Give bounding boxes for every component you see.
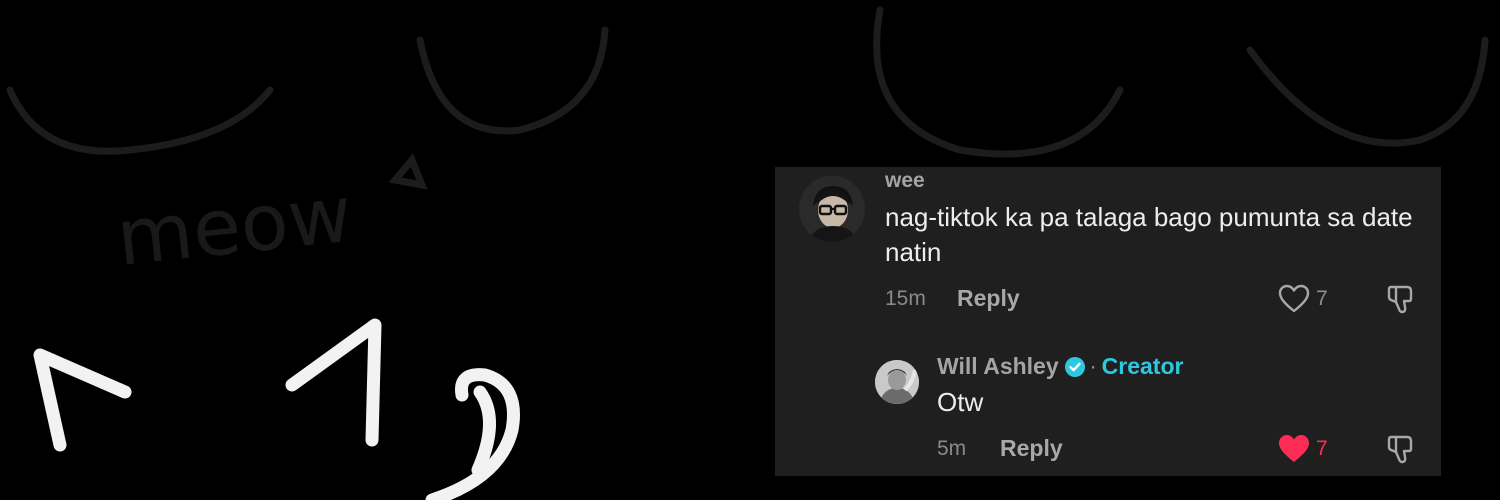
faint-doodle-star: [388, 153, 428, 190]
comment-like-count: 7: [1316, 287, 1328, 310]
comment-text: nag-tiktok ka pa talaga bago pumunta sa …: [885, 202, 1413, 267]
reply-like-button[interactable]: 7: [1278, 434, 1328, 464]
chalk-doodle-angle: [33, 348, 132, 452]
reply-avatar[interactable]: [875, 360, 919, 404]
faint-doodle-arc-mid: [416, 26, 609, 135]
reply-text: Otw: [937, 387, 984, 417]
creator-badge: Creator: [1101, 353, 1184, 379]
commenter-avatar[interactable]: [799, 176, 865, 242]
reply-reply-button[interactable]: Reply: [1000, 435, 1063, 462]
thumbs-down-icon: [1387, 435, 1413, 464]
faint-doodle-arc-right: [873, 6, 1124, 158]
comment-dislike-button[interactable]: [1385, 283, 1417, 320]
thumbs-down-icon: [1387, 285, 1413, 314]
reply-timestamp: 5m: [937, 437, 967, 460]
comment-like-button[interactable]: 7: [1278, 284, 1328, 314]
reply-header-separator: ·: [1089, 354, 1097, 378]
reply-username[interactable]: Will Ashley: [937, 353, 1059, 380]
reply-dislike-button[interactable]: [1385, 433, 1417, 470]
chalk-doodle-curve: [425, 368, 520, 500]
heart-filled-icon: [1279, 435, 1309, 462]
chalk-doodle-one: [285, 318, 382, 447]
faint-doodle-arc-left: [6, 86, 274, 155]
faint-doodle-text: meow: [113, 170, 357, 284]
reply-header: Will Ashley · Creator: [937, 353, 1183, 380]
comment-reply-button[interactable]: Reply: [957, 285, 1020, 312]
comment-panel: wee nag-tiktok ka pa talaga bago pumunta…: [775, 167, 1441, 476]
faint-doodle-arc-far-right: [1246, 36, 1489, 147]
commenter-username[interactable]: wee: [885, 169, 925, 193]
reply-like-count: 7: [1316, 437, 1328, 460]
heart-outline-icon: [1278, 284, 1310, 313]
verified-check-icon: [1064, 356, 1085, 377]
chalk-doodle-curve-inner: [471, 385, 496, 477]
screen: meow wee nag-tiktok ka pa talaga bago pu…: [0, 0, 1500, 500]
comment-timestamp: 15m: [885, 287, 926, 310]
